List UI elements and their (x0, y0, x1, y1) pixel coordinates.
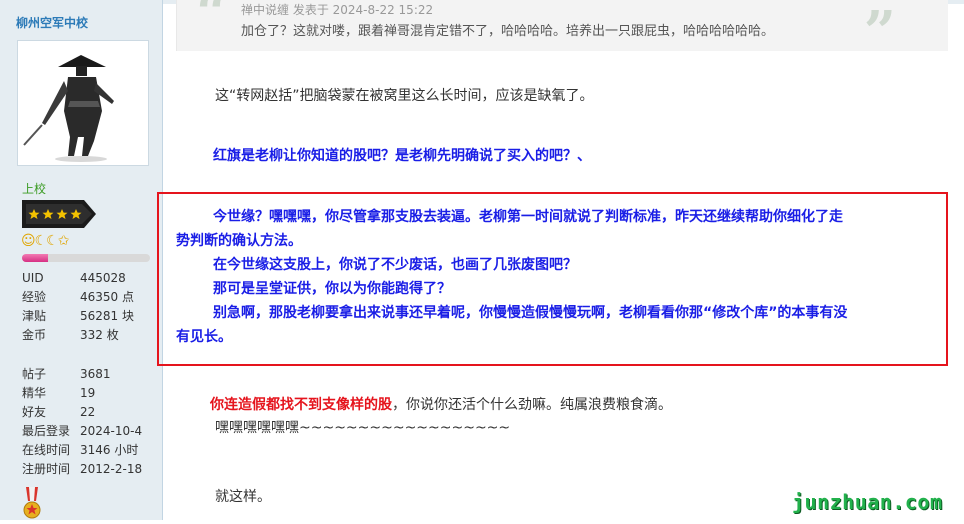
stat-value[interactable]: 22 (80, 403, 95, 422)
quote-text: 加仓了？这就对喽，跟着禅哥混肯定错不了，哈哈哈哈。培养出一只跟屁虫，哈哈哈哈哈哈… (241, 24, 775, 39)
box-line-4: 那可是呈堂证供，你以为你能跑得了？ (213, 281, 451, 297)
stat-label: 经验 (22, 290, 47, 304)
quote-author-meta[interactable]: 禅中说缠 发表于 2024-8-22 15:22 (241, 1, 433, 18)
post-paragraph-5: 嘿嘿嘿嘿嘿嘿~~~~~~~~~~~~~~~~~~ (215, 420, 511, 436)
rank-badge (22, 200, 96, 232)
stat-label: UID (22, 271, 44, 285)
close-quote-icon: ” (863, 0, 896, 65)
stat-value: 56281 块 (80, 309, 134, 323)
stat-value[interactable]: 3681 (80, 365, 111, 384)
post-paragraph-4: 你连造假都找不到支像样的股，你说你还活个什么劲嘛。纯属浪费粮食滴。 (210, 393, 672, 417)
stat-value[interactable]: 19 (80, 384, 95, 403)
user-sidebar: 柳州空军中校 上校 ☺☾☾✩ UID 445028 经验 46350 点 津贴 … (0, 0, 163, 520)
stat-row-allowance: 津贴 56281 块 (22, 307, 134, 326)
stat-row-gold: 金币 332 枚 (22, 326, 134, 345)
site-watermark: junzhuan.com (792, 490, 943, 514)
username-link[interactable]: 柳州空军中校 (16, 14, 88, 31)
stat-value: 46350 点 (80, 290, 134, 304)
stat-label: 津贴 (22, 309, 47, 323)
stat-label: 精华 (22, 386, 47, 400)
stats-group-b: 帖子 3681 精华 19 好友 22 最后登录 2024-10-4 在线时间 3146 … (22, 365, 142, 479)
stat-label: 注册时间 (22, 462, 71, 476)
post-paragraph-6: 就这样。 (215, 489, 271, 505)
experience-bar-fill (22, 254, 48, 262)
quote-block: “ 禅中说缠 发表于 2024-8-22 15:22 加仓了？这就对喽，跟着禅哥… (176, 0, 948, 60)
open-quote-icon: “ (196, 0, 229, 46)
box-line-1: 今世缘？嘿嘿嘿，你尽管拿那支股去装逼。老柳第一时间就说了判断标准，昨天还继续帮助… (213, 209, 843, 225)
stat-row-register-time: 注册时间 2012-2-18 (22, 460, 142, 479)
box-line-3: 在今世缘这支股上，你说了不少废话，也画了几张废图吧？ (213, 257, 577, 273)
avatar-image (23, 55, 114, 162)
rank-title[interactable]: 上校 (22, 180, 46, 197)
stat-row-online-time: 在线时间 3146 小时 (22, 441, 142, 460)
stat-value: 3146 小时 (80, 443, 139, 457)
stat-row-posts: 帖子 3681 (22, 365, 142, 384)
experience-bar (22, 254, 150, 262)
paragraph-4-rest: ，你说你还活个什么劲嘛。纯属浪费粮食滴。 (392, 397, 672, 413)
stats-group-a: UID 445028 经验 46350 点 津贴 56281 块 金币 332 枚 (22, 269, 134, 345)
stat-row-exp: 经验 46350 点 (22, 288, 134, 307)
stat-row-uid: UID 445028 (22, 269, 134, 288)
stat-row-friends: 好友 22 (22, 403, 142, 422)
box-line-6: 有见长。 (176, 329, 232, 345)
level-icons: ☺☾☾✩ (21, 233, 69, 249)
stat-value: 2012-2-18 (80, 462, 143, 476)
stat-label: 帖子 (22, 367, 47, 381)
post-paragraph-2: 红旗是老柳让你知道的股吧？是老柳先明确说了买入的吧？、 (213, 148, 591, 164)
stat-label: 金币 (22, 328, 47, 342)
stat-value: 2024-10-4 (80, 424, 143, 438)
stat-label: 好友 (22, 405, 47, 419)
red-emphasis-text: 你连造假都找不到支像样的股 (210, 397, 392, 413)
box-line-5: 别急啊，那股老柳要拿出来说事还早着呢，你慢慢造假慢慢玩啊，老柳看看你那“修改个库… (213, 305, 848, 321)
stat-label: 最后登录 (22, 424, 71, 438)
stat-value: 332 枚 (80, 328, 119, 342)
post-paragraph-1: 这“转网赵括”把脑袋蒙在被窝里这么长时间，应该是缺氧了。 (215, 88, 594, 104)
box-line-2: 势判断的确认方法。 (176, 233, 302, 249)
avatar[interactable] (17, 40, 149, 166)
medal-icon[interactable] (22, 487, 42, 524)
stat-value[interactable]: 445028 (80, 269, 126, 288)
stat-label: 在线时间 (22, 443, 71, 457)
stat-row-last-login: 最后登录 2024-10-4 (22, 422, 142, 441)
highlight-box-text: 今世缘？嘿嘿嘿，你尽管拿那支股去装逼。老柳第一时间就说了判断标准，昨天还继续帮助… (176, 205, 942, 349)
stat-row-digest: 精华 19 (22, 384, 142, 403)
